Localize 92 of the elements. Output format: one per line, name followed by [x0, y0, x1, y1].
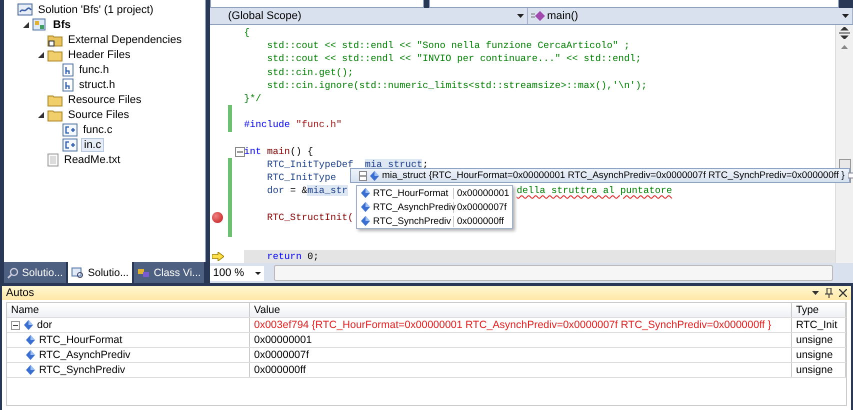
panel-tab[interactable]: Class Vi...	[134, 262, 204, 283]
field-icon	[26, 335, 35, 345]
code-line: std::cin.get();	[266, 66, 354, 79]
header-file-icon	[62, 62, 74, 76]
dropdown-value: (Global Scope)	[228, 10, 302, 22]
member-value: 0x00000001	[456, 188, 510, 198]
horizontal-scrollbar[interactable]	[274, 265, 833, 281]
tree-item[interactable]: Source Files	[66, 108, 132, 120]
variable-value: 0x003ef794 {RTC_HourFormat=0x00000001 RTC_AsynchPrediv=0x0000007f RTC_SynchPrediv=0x000000ff }	[250, 318, 792, 332]
source-file-icon	[62, 122, 78, 136]
variable-name: RTC_SynchPrediv	[39, 364, 126, 376]
dropdown-arrow-icon	[255, 272, 261, 274]
member-name: RTC_AsynchPrediv	[373, 202, 456, 212]
member-value: 0x0000007f	[456, 202, 508, 212]
variable-type: unsigne	[792, 333, 846, 347]
method-icon	[531, 11, 545, 21]
code-editor[interactable]	[210, 25, 853, 263]
search-icon	[7, 266, 19, 278]
code-line: std::cout << std::endl << "Sono nella funzione CercaArticolo" ;	[266, 39, 630, 52]
field-icon	[26, 365, 35, 375]
folder-icon	[47, 32, 63, 46]
member-name: RTC_HourFormat	[373, 188, 448, 198]
solution-icon	[17, 2, 33, 16]
dropdown-arrow-icon[interactable]	[812, 291, 819, 295]
tree-item[interactable]: Resource Files	[66, 94, 144, 106]
field-icon	[361, 188, 370, 198]
variable-name: RTC_AsynchPrediv	[39, 349, 130, 361]
folder-icon	[47, 48, 63, 62]
code-line: RTC_InitType	[266, 171, 336, 184]
source-file-icon	[62, 138, 78, 152]
variable-name: RTC_HourFormat	[39, 334, 122, 346]
field-icon	[26, 350, 35, 360]
variable-value: 0x00000001	[250, 333, 792, 347]
collapse-icon[interactable]	[11, 320, 20, 330]
code-line: std::cout << std::endl << "INVIO per continuare..." << std::endl;	[266, 52, 642, 66]
field-icon	[361, 202, 370, 212]
panel-tab[interactable]: Solutio...	[4, 262, 66, 283]
member-name: RTC_SynchPrediv	[373, 216, 451, 226]
code-line: RTC_StructInit(	[266, 210, 354, 224]
header-file-icon	[62, 78, 74, 92]
variable-type: RTC_Init	[792, 318, 846, 332]
collapse-icon[interactable]	[359, 170, 367, 180]
variable-value: 0x0000007f	[250, 348, 792, 362]
folder-icon	[47, 108, 63, 122]
class-view-icon	[136, 266, 151, 278]
field-icon	[370, 170, 379, 180]
panel-tab[interactable]: Solutio...	[68, 262, 132, 283]
project-icon	[32, 18, 48, 32]
panel-title: Autos	[6, 287, 34, 299]
member-value: 0x000000ff	[456, 216, 505, 226]
tree-item[interactable]: Bfs	[51, 18, 73, 30]
folder-icon	[47, 92, 63, 106]
close-icon[interactable]	[839, 289, 847, 297]
dropdown-arrow-icon	[842, 14, 849, 18]
toolbar-field[interactable]	[429, 0, 839, 8]
variable-type: unsigne	[792, 348, 846, 362]
code-line: std::cin.ignore(std::numeric_limits<std::streamsize>::max(),'\n');	[266, 78, 648, 92]
member-dropdown[interactable]: main()	[528, 8, 853, 24]
dropdown-arrow-icon	[517, 14, 524, 18]
breakpoint-icon[interactable]	[212, 212, 223, 223]
field-icon	[361, 216, 370, 226]
solution-icon	[70, 266, 85, 278]
datatip-value: {RTC_HourFormat=0x00000001 RTC_AsynchPrediv=0x0000007f RTC_SynchPrediv=0x000000ff }	[428, 170, 845, 181]
scroll-up-icon	[841, 45, 848, 49]
field-icon	[24, 320, 33, 330]
variable-type: unsigne	[792, 363, 846, 377]
tree-item[interactable]: ReadMe.txt	[62, 154, 122, 166]
zoom-dropdown[interactable]: 100 %	[210, 266, 264, 280]
column-header[interactable]: Type	[792, 303, 846, 317]
collapse-icon[interactable]	[235, 146, 245, 157]
variable-value: 0x000000ff	[250, 363, 792, 377]
text-file-icon	[47, 152, 59, 166]
column-header[interactable]: Name	[7, 303, 250, 317]
dropdown-value: main()	[547, 10, 578, 22]
code-line: }*/	[244, 92, 262, 106]
column-header[interactable]: Value	[250, 303, 792, 317]
datatip-name: mia_struct	[382, 170, 426, 181]
tree-item[interactable]: struct.h	[77, 78, 118, 90]
pin-icon[interactable]	[825, 288, 833, 298]
scope-dropdown[interactable]: (Global Scope)	[210, 8, 528, 24]
tree-item[interactable]: External Dependencies	[66, 34, 184, 46]
tree-item[interactable]: func.c	[81, 124, 114, 136]
tree-item[interactable]: func.h	[77, 64, 111, 76]
code-line: {	[244, 26, 250, 40]
code-line: #include "func.h"	[244, 118, 342, 132]
code-line: int main() {	[244, 144, 314, 158]
tree-item[interactable]: Solution 'Bfs' (1 project)	[36, 4, 156, 16]
split-icon	[839, 27, 850, 39]
variable-name: dor	[37, 319, 52, 331]
tree-item[interactable]: Header Files	[66, 48, 132, 60]
tree-item[interactable]: in.c	[81, 138, 104, 152]
toolbar-field[interactable]	[210, 0, 424, 8]
